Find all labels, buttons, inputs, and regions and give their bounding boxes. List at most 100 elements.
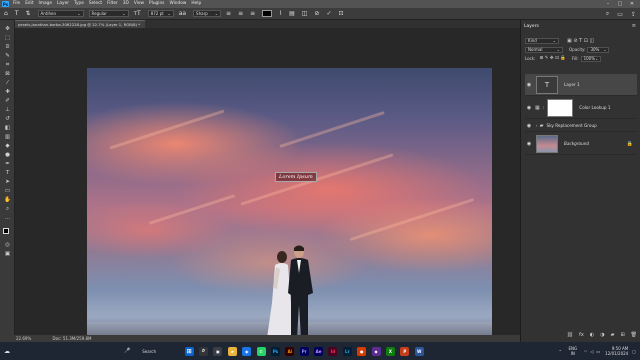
- after-effects-icon[interactable]: Ae: [314, 346, 324, 356]
- chat-icon[interactable]: ✆: [256, 346, 266, 356]
- 3d-mode-icon[interactable]: ⊡: [338, 10, 343, 17]
- minimize-icon[interactable]: –: [602, 1, 614, 7]
- document-canvas[interactable]: Lorem Ipsum: [87, 68, 492, 338]
- powerpoint-icon[interactable]: P: [400, 346, 410, 356]
- path-select-icon[interactable]: ➤: [3, 179, 12, 186]
- layer-row[interactable]: ◉ Background 🔒: [525, 133, 637, 155]
- gradient-tool-icon[interactable]: ▥: [3, 134, 12, 141]
- search-icon[interactable]: ⌕: [606, 10, 609, 18]
- font-family-select[interactable]: Antihen ⌄: [37, 10, 84, 17]
- rectangle-tool-icon[interactable]: ▭: [3, 188, 12, 195]
- maximize-icon[interactable]: □: [614, 1, 626, 7]
- eraser-tool-icon[interactable]: ◧: [3, 125, 12, 132]
- layer-row[interactable]: ◉ ▦ ⁝ Color Lookup 1: [525, 97, 637, 119]
- office-icon[interactable]: ●: [357, 346, 367, 356]
- blur-tool-icon[interactable]: ◆: [3, 143, 12, 150]
- menu-filter[interactable]: Filter: [107, 0, 118, 8]
- color-swatches[interactable]: [3, 228, 13, 238]
- fx-icon[interactable]: fx: [579, 332, 584, 338]
- clone-stamp-icon[interactable]: ⊥: [3, 107, 12, 114]
- align-left-icon[interactable]: ≡: [226, 10, 231, 17]
- file-explorer-icon[interactable]: ▰: [227, 346, 237, 356]
- photoshop-icon[interactable]: Ps: [270, 346, 280, 356]
- more-tools-icon[interactable]: ···: [3, 216, 12, 223]
- layer-name[interactable]: Sky Replacement Group: [546, 123, 596, 128]
- wifi-icon[interactable]: ◠: [584, 349, 588, 354]
- menu-select[interactable]: Select: [89, 0, 102, 8]
- indesign-icon[interactable]: Id: [328, 346, 338, 356]
- quick-mask-icon[interactable]: ◎: [3, 242, 12, 249]
- share-icon[interactable]: ⇪: [631, 11, 636, 18]
- lightroom-icon[interactable]: Lr: [342, 346, 352, 356]
- battery-icon[interactable]: ▭: [596, 349, 600, 354]
- menu-edit[interactable]: Edit: [25, 0, 33, 8]
- language-indicator[interactable]: ENG IN: [567, 346, 579, 356]
- blend-mode-select[interactable]: Normal ⌄: [525, 46, 563, 53]
- history-brush-icon[interactable]: ↺: [3, 116, 12, 123]
- task-view-icon[interactable]: ▣: [213, 346, 223, 356]
- zoom-level[interactable]: 22.69%: [16, 336, 31, 341]
- lasso-tool-icon[interactable]: ᘐ: [3, 44, 12, 51]
- microphone-icon[interactable]: 🎤: [124, 348, 130, 354]
- layer-name[interactable]: Color Lookup 1: [579, 105, 610, 110]
- dodge-tool-icon[interactable]: ●: [3, 152, 12, 159]
- excel-icon[interactable]: X: [385, 346, 395, 356]
- tray-chevron-icon[interactable]: ⌃: [558, 349, 561, 354]
- text-color-swatch[interactable]: [262, 10, 273, 17]
- adjustment-layer-icon[interactable]: ◑: [600, 332, 604, 338]
- menu-3d[interactable]: 3D: [123, 0, 129, 8]
- notification-icon[interactable]: ▢: [632, 349, 636, 354]
- eye-icon[interactable]: ◉: [525, 82, 533, 88]
- workspace-icon[interactable]: ▭: [617, 11, 623, 18]
- panel-menu-icon[interactable]: ≡: [632, 23, 636, 29]
- menu-image[interactable]: Image: [39, 0, 52, 8]
- quick-select-icon[interactable]: ✎: [3, 53, 12, 60]
- taskbar-search[interactable]: Search: [142, 349, 156, 354]
- foreground-color[interactable]: [3, 228, 9, 234]
- eye-icon[interactable]: ◉: [525, 141, 533, 147]
- align-center-icon[interactable]: ≡: [238, 10, 243, 17]
- menu-plugins[interactable]: Plugins: [149, 0, 164, 8]
- photoshop-logo[interactable]: Ps: [2, 1, 9, 7]
- search-icon[interactable]: ⌕: [199, 346, 209, 356]
- commit-icon[interactable]: ✓: [326, 10, 331, 17]
- warp-text-icon[interactable]: ⌇: [279, 10, 282, 17]
- font-size-select[interactable]: 872 pt ⌄: [147, 10, 174, 17]
- pen-tool-icon[interactable]: ✒: [3, 161, 12, 168]
- clock[interactable]: 9:50 AM 12/01/2024: [605, 346, 628, 356]
- weather-icon[interactable]: ☁: [4, 348, 10, 355]
- frame-tool-icon[interactable]: ⊠: [3, 71, 12, 78]
- fill-input[interactable]: 100% ⌄: [580, 55, 601, 62]
- eye-icon[interactable]: ◉: [525, 105, 533, 111]
- chevron-right-icon[interactable]: ›: [536, 123, 538, 128]
- 3d-icon[interactable]: ◫: [302, 10, 308, 17]
- layer-group-row[interactable]: ◉ › ▰ Sky Replacement Group: [525, 120, 637, 132]
- layer-name[interactable]: Layer 1: [564, 82, 580, 87]
- crop-tool-icon[interactable]: ⌗: [3, 62, 12, 69]
- close-icon[interactable]: ✕: [626, 1, 638, 7]
- document-tab[interactable]: pexels-jonathan-borba-3062228.jpg @ 22.7…: [15, 20, 145, 28]
- hand-tool-icon[interactable]: ✋: [3, 197, 12, 204]
- marquee-tool-icon[interactable]: ⬚: [3, 35, 12, 42]
- filter-icons[interactable]: ▣ ⊘ T ⊡ ◫: [567, 38, 594, 44]
- new-layer-icon[interactable]: ⊞: [620, 332, 624, 338]
- layers-tab[interactable]: Layers: [524, 24, 539, 29]
- kind-filter-select[interactable]: Kind ⌄: [525, 37, 559, 44]
- trash-icon[interactable]: 🗑: [631, 332, 637, 338]
- orientation-icon[interactable]: ⇅: [25, 10, 30, 17]
- app-icon[interactable]: ◆: [371, 346, 381, 356]
- link-layers-icon[interactable]: ⛓: [567, 332, 573, 338]
- menu-window[interactable]: Window: [169, 0, 186, 8]
- type-tool-icon[interactable]: T: [15, 10, 19, 17]
- menu-file[interactable]: File: [13, 0, 20, 8]
- add-mask-icon[interactable]: ◐: [590, 332, 594, 338]
- premiere-icon[interactable]: Pr: [299, 346, 309, 356]
- character-panel-icon[interactable]: ▤: [289, 10, 295, 17]
- screen-mode-icon[interactable]: ▣: [3, 251, 12, 258]
- cancel-icon[interactable]: ⊘: [314, 10, 319, 17]
- menu-view[interactable]: View: [134, 0, 144, 8]
- text-layer-preview[interactable]: Lorem Ipsum: [275, 172, 317, 182]
- volume-icon[interactable]: ◁: [590, 349, 593, 354]
- align-right-icon[interactable]: ≡: [250, 10, 255, 17]
- menu-type[interactable]: Type: [74, 0, 84, 8]
